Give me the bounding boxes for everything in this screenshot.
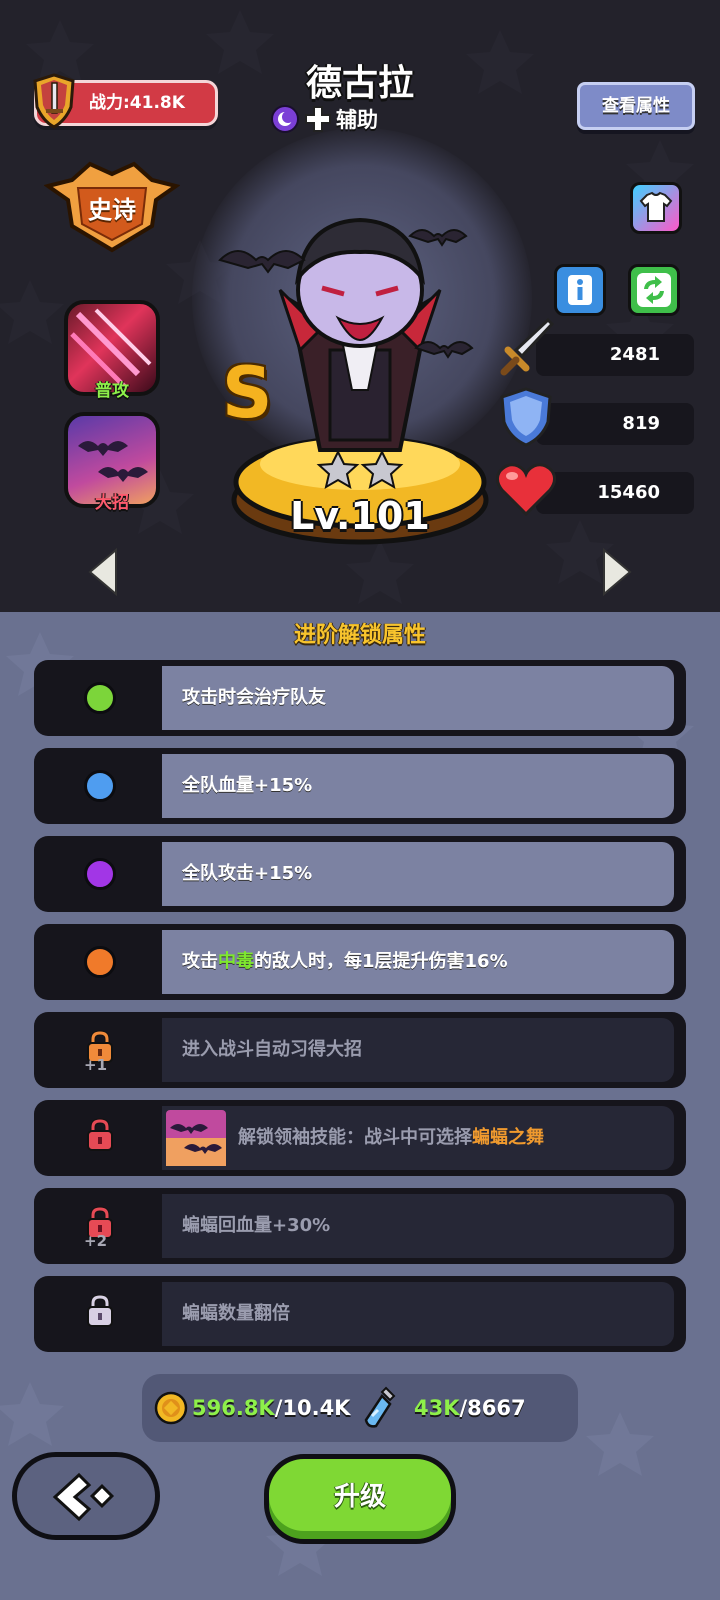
attribute-text: 全队血量+15% [182, 775, 313, 796]
attribute-text: 进入战斗自动习得大招 [182, 1039, 362, 1060]
role-tag: 辅助 [270, 102, 410, 134]
faction-moon-icon [271, 105, 299, 133]
bat-dance-keyword: 蝙蝠之舞 [472, 1127, 544, 1148]
gold-cost: 596.8K/10.4K [192, 1374, 350, 1442]
poison-keyword: 中毒 [218, 951, 254, 972]
gold-coin-icon [154, 1391, 188, 1425]
red-lock-icon [87, 1118, 113, 1151]
back-button[interactable] [12, 1452, 160, 1540]
refresh-icon [637, 273, 671, 307]
attribute-text-post: 的敌人时，每1层提升伤害16% [254, 951, 508, 972]
upgrade-button[interactable]: 升级 [264, 1454, 456, 1544]
potion-owned: 43K [414, 1396, 460, 1420]
support-cross-icon [305, 106, 331, 132]
hero-name: 德古拉 [305, 63, 414, 104]
attribute-row-8: 蝙蝠数量翻倍 [34, 1276, 686, 1352]
role-label: 辅助 [336, 108, 378, 132]
defense-stat: 819 [536, 403, 694, 445]
lock-count: +1 [84, 1056, 108, 1074]
shield-sword-icon [33, 73, 75, 129]
attribute-text: 攻击时会治疗队友 [182, 687, 326, 708]
green-status-dot [84, 682, 116, 714]
bat-dance-skill-icon [166, 1110, 226, 1166]
attribute-text: 攻击中毒的敌人时，每1层提升伤害16% [182, 930, 508, 994]
info-icon [568, 275, 592, 305]
upgrade-cost-bar: 596.8K/10.4K 43K/8667 [142, 1374, 578, 1442]
previous-hero-arrow[interactable] [86, 548, 120, 596]
gold-owned: 596.8K [192, 1396, 275, 1420]
shirt-icon [639, 191, 673, 222]
power-badge: 战力:41.8K [33, 73, 218, 129]
attribute-text: 全队攻击+15% [182, 863, 313, 884]
purple-status-dot [84, 858, 116, 890]
rarity-badge: 史诗 [43, 160, 181, 256]
potion-required: /8667 [459, 1396, 526, 1420]
skin-button[interactable] [630, 182, 682, 234]
ultimate-label: 大招 [95, 493, 129, 513]
back-arrow-icon [52, 1472, 115, 1522]
attribute-text-pre: 攻击 [182, 951, 218, 972]
power-value: 战力:41.8K [89, 93, 185, 113]
info-button[interactable] [554, 264, 606, 316]
attribute-text: 解锁领袖技能：战斗中可选择蝙蝠之舞 [238, 1106, 544, 1170]
attribute-row-5: +1 进入战斗自动习得大招 [34, 1012, 686, 1088]
level-label: Lv.101 [290, 494, 430, 538]
white-lock-icon [87, 1294, 113, 1327]
blue-status-dot [84, 770, 116, 802]
rarity-label: 史诗 [88, 196, 136, 224]
attribute-row-7: +2 蝙蝠回血量+30% [34, 1188, 686, 1264]
attribute-row-1: 攻击时会治疗队友 [34, 660, 686, 736]
attribute-text-pre: 解锁领袖技能：战斗中可选择 [238, 1127, 472, 1148]
attribute-text: 蝙蝠数量翻倍 [182, 1303, 290, 1324]
attribute-row-6: 解锁领袖技能：战斗中可选择蝙蝠之舞 [34, 1100, 686, 1176]
attribute-row-2: 全队血量+15% [34, 748, 686, 824]
attribute-row-3: 全队攻击+15% [34, 836, 686, 912]
potion-icon [364, 1386, 396, 1428]
potion-cost: 43K/8667 [414, 1374, 526, 1442]
section-title: 进阶解锁属性 [293, 623, 426, 648]
attribute-text: 蝙蝠回血量+30% [182, 1215, 331, 1236]
hp-stat: 15460 [536, 472, 694, 514]
attack-stat: 2481 [536, 334, 694, 376]
next-hero-arrow[interactable] [600, 548, 634, 596]
view-attributes-button[interactable]: 查看属性 [577, 82, 695, 130]
gold-required: /10.4K [274, 1396, 351, 1420]
normal-attack-label: 普攻 [95, 381, 129, 401]
swap-button[interactable] [628, 264, 680, 316]
grade-label: S [222, 352, 273, 434]
orange-status-dot [84, 946, 116, 978]
attribute-row-4: 攻击中毒的敌人时，每1层提升伤害16% [34, 924, 686, 1000]
lock-count: +2 [84, 1232, 108, 1250]
